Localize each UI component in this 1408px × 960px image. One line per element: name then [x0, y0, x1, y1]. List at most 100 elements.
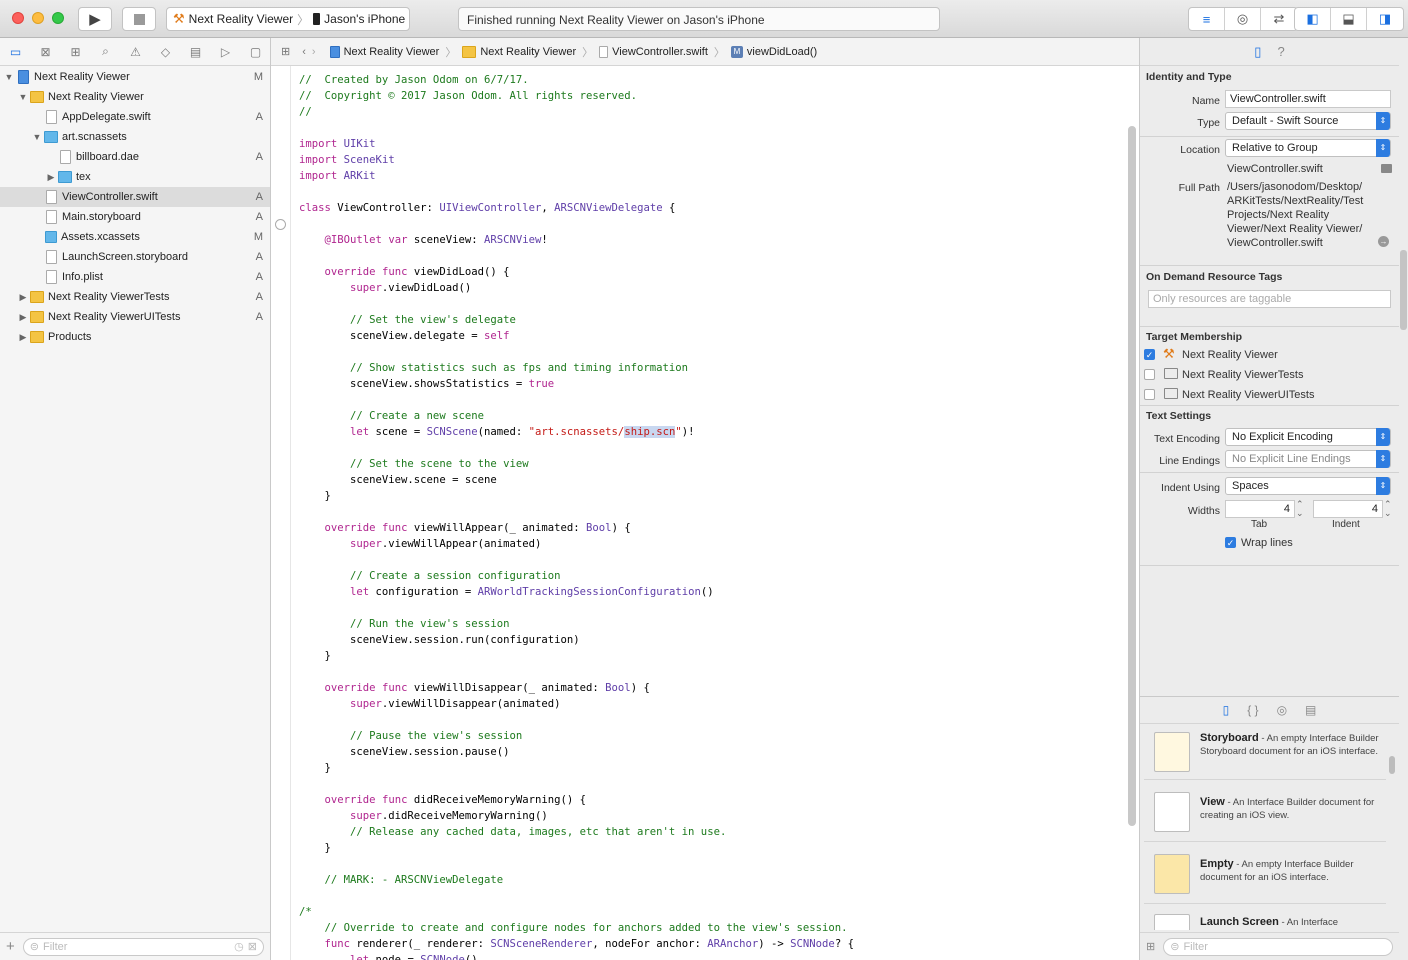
- source-control-icon[interactable]: ⊠: [35, 45, 56, 59]
- code-line[interactable]: super.viewDidLoad(): [299, 280, 854, 296]
- version-editor-icon[interactable]: ⇄: [1261, 8, 1297, 30]
- code-line[interactable]: // Copyright © 2017 Jason Odom. All righ…: [299, 88, 854, 104]
- zoom-window-button[interactable]: [52, 12, 64, 24]
- code-line[interactable]: class ViewController: UIViewController, …: [299, 200, 854, 216]
- code-line[interactable]: [299, 392, 854, 408]
- code-line[interactable]: // Release any cached data, images, etc …: [299, 824, 854, 840]
- tree-row-group[interactable]: ▼ Next Reality Viewer: [0, 87, 270, 107]
- code-line[interactable]: // Create a new scene: [299, 408, 854, 424]
- library-item[interactable]: Storyboard - An empty Interface Builder …: [1144, 726, 1386, 780]
- name-field[interactable]: ViewController.swift: [1225, 90, 1391, 108]
- code-line[interactable]: }: [299, 840, 854, 856]
- code-line[interactable]: override func didReceiveMemoryWarning() …: [299, 792, 854, 808]
- code-line[interactable]: import UIKit: [299, 136, 854, 152]
- code-line[interactable]: [299, 184, 854, 200]
- tab-width-field[interactable]: 4: [1225, 500, 1295, 518]
- code-line[interactable]: sceneView.showsStatistics = true: [299, 376, 854, 392]
- code-line[interactable]: sceneView.session.pause(): [299, 744, 854, 760]
- tab-stepper[interactable]: ⌃ ⌄: [1296, 500, 1304, 518]
- standard-editor-icon[interactable]: ≡: [1189, 8, 1225, 30]
- code-line[interactable]: // Override to create and configure node…: [299, 920, 854, 936]
- tree-row-group[interactable]: ▼ art.scnassets: [0, 127, 270, 147]
- code-text[interactable]: // Created by Jason Odom on 6/7/17.// Co…: [299, 72, 854, 960]
- folder-icon[interactable]: ▭: [5, 45, 26, 59]
- editor-scrollbar[interactable]: [1128, 126, 1136, 826]
- disclosure-closed-icon[interactable]: ▶: [18, 292, 28, 303]
- library-item[interactable]: Launch Screen - An Interface: [1144, 906, 1386, 930]
- code-line[interactable]: }: [299, 760, 854, 776]
- disclosure-closed-icon[interactable]: ▶: [18, 312, 28, 323]
- tree-row-file[interactable]: LaunchScreen.storyboard A: [0, 247, 270, 267]
- code-line[interactable]: [299, 664, 854, 680]
- breadcrumb-file[interactable]: ViewController.swift: [599, 45, 708, 58]
- code-line[interactable]: [299, 504, 854, 520]
- code-line[interactable]: [299, 888, 854, 904]
- code-line[interactable]: }: [299, 488, 854, 504]
- code-line[interactable]: override func viewWillAppear(_ animated:…: [299, 520, 854, 536]
- tree-row-group[interactable]: ▶ tex: [0, 167, 270, 187]
- run-button[interactable]: ▶: [78, 7, 112, 31]
- warning-icon[interactable]: ⚠: [125, 45, 146, 59]
- forward-icon[interactable]: ›: [312, 46, 316, 58]
- tree-row-project[interactable]: ▼ Next Reality Viewer M: [0, 67, 270, 87]
- code-line[interactable]: [299, 776, 854, 792]
- resource-tags-field[interactable]: Only resources are taggable: [1148, 290, 1391, 308]
- breadcrumb-project[interactable]: Next Reality Viewer: [329, 45, 439, 58]
- code-line[interactable]: @IBOutlet var sceneView: ARSCNView!: [299, 232, 854, 248]
- test-icon[interactable]: ◇: [155, 45, 176, 59]
- source-editor[interactable]: // Created by Jason Odom on 6/7/17.// Co…: [271, 66, 1139, 960]
- code-line[interactable]: super.viewWillAppear(animated): [299, 536, 854, 552]
- code-line[interactable]: // Set the scene to the view: [299, 456, 854, 472]
- breadcrumb-method[interactable]: MviewDidLoad(): [730, 45, 817, 58]
- breadcrumb-group[interactable]: Next Reality Viewer: [462, 45, 576, 58]
- code-line[interactable]: // Pause the view's session: [299, 728, 854, 744]
- search-icon[interactable]: ⌕: [95, 44, 116, 59]
- code-line[interactable]: // Show statistics such as fps and timin…: [299, 360, 854, 376]
- navigator-toggle-icon[interactable]: ◧: [1295, 8, 1331, 30]
- tree-row-file[interactable]: Info.plist A: [0, 267, 270, 287]
- report-icon[interactable]: ▢: [245, 45, 266, 59]
- code-line[interactable]: [299, 552, 854, 568]
- debug-icon[interactable]: ▤: [185, 45, 206, 59]
- tree-row-group[interactable]: ▶ Next Reality ViewerTests A: [0, 287, 270, 307]
- library-item[interactable]: View - An Interface Builder document for…: [1144, 782, 1386, 842]
- code-line[interactable]: sceneView.session.run(configuration): [299, 632, 854, 648]
- code-line[interactable]: // Set the view's delegate: [299, 312, 854, 328]
- editor-gutter[interactable]: [271, 66, 291, 960]
- indent-using-popup[interactable]: Spaces ⇕: [1225, 477, 1391, 495]
- code-line[interactable]: // Run the view's session: [299, 616, 854, 632]
- grid-view-icon[interactable]: ⊞: [1146, 940, 1155, 953]
- assistant-editor-icon[interactable]: ◎: [1225, 8, 1261, 30]
- code-line[interactable]: sceneView.delegate = self: [299, 328, 854, 344]
- disclosure-open-icon[interactable]: ▼: [18, 92, 28, 102]
- code-line[interactable]: let node = SCNNode(): [299, 952, 854, 960]
- utilities-toggle-icon[interactable]: ◨: [1367, 8, 1403, 30]
- quick-help-icon[interactable]: ?: [1277, 44, 1284, 59]
- code-line[interactable]: // Created by Jason Odom on 6/7/17.: [299, 72, 854, 88]
- tree-row-file[interactable]: billboard.dae A: [0, 147, 270, 167]
- file-template-library-icon[interactable]: ▯: [1223, 703, 1230, 717]
- code-line[interactable]: sceneView.scene = scene: [299, 472, 854, 488]
- code-line[interactable]: super.viewWillDisappear(animated): [299, 696, 854, 712]
- tree-row-file[interactable]: Main.storyboard A: [0, 207, 270, 227]
- code-line[interactable]: // Create a session configuration: [299, 568, 854, 584]
- recent-files-icon[interactable]: ◷: [234, 940, 244, 953]
- target-checkbox[interactable]: [1144, 389, 1155, 400]
- media-library-icon[interactable]: ▤: [1305, 703, 1316, 717]
- disclosure-closed-icon[interactable]: ▶: [18, 332, 28, 343]
- tree-row-group[interactable]: ▶ Next Reality ViewerUITests A: [0, 307, 270, 327]
- code-line[interactable]: //: [299, 104, 854, 120]
- debug-area-toggle-icon[interactable]: ⬓: [1331, 8, 1367, 30]
- code-line[interactable]: [299, 248, 854, 264]
- scheme-selector[interactable]: ⚒ Next Reality Viewer 〉 Jason's iPhone: [166, 7, 410, 31]
- code-line[interactable]: override func viewDidLoad() {: [299, 264, 854, 280]
- target-checkbox[interactable]: ✓: [1144, 349, 1155, 360]
- encoding-popup[interactable]: No Explicit Encoding ⇕: [1225, 428, 1391, 446]
- outlet-connection-icon[interactable]: [275, 219, 286, 230]
- related-items-icon[interactable]: ⊞: [281, 45, 290, 58]
- navigator-filter-input[interactable]: ⊜ Filter ◷ ⊠: [22, 937, 264, 956]
- window-scrollbar[interactable]: [1400, 250, 1407, 330]
- back-icon[interactable]: ‹: [302, 46, 306, 58]
- library-filter-input[interactable]: ⊜ Filter: [1163, 937, 1393, 956]
- type-popup[interactable]: Default - Swift Source ⇕: [1225, 112, 1391, 130]
